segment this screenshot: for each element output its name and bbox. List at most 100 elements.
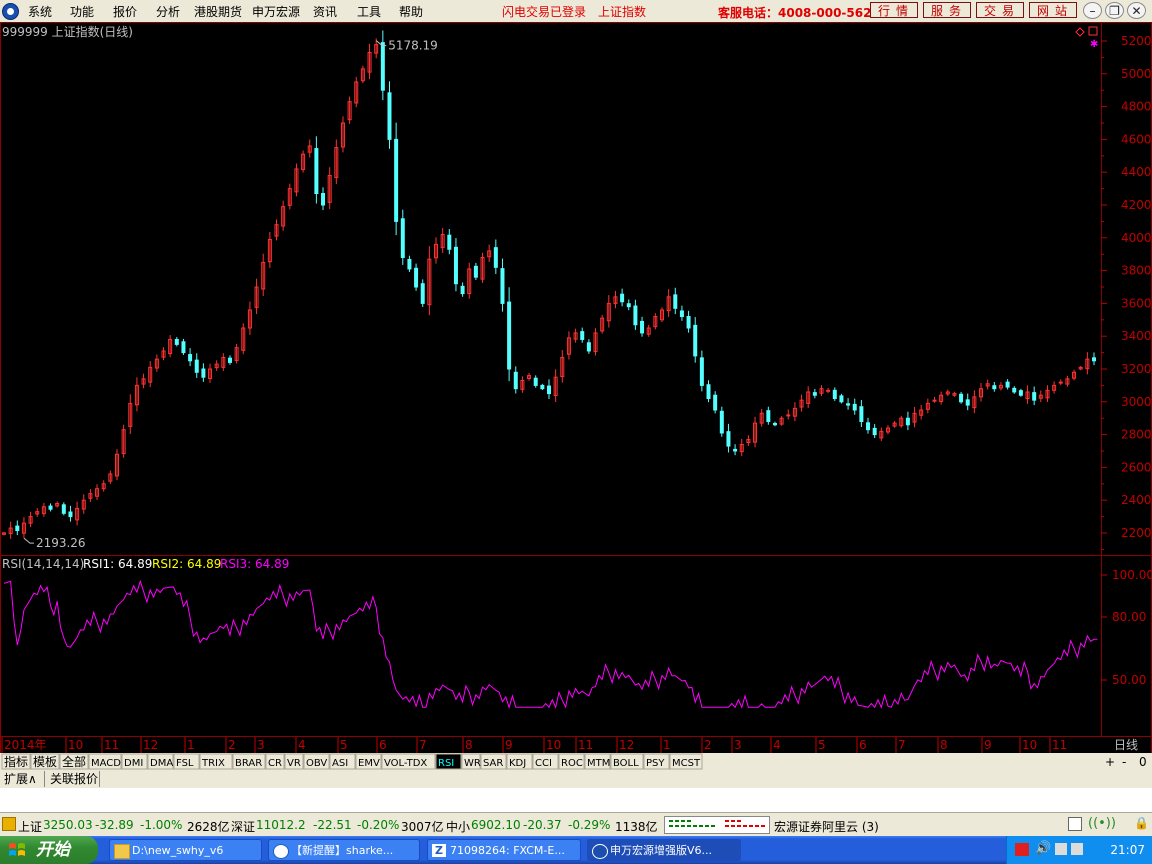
- signal-icon[interactable]: ((•)): [1088, 816, 1116, 831]
- indicator-tab-macd[interactable]: MACD: [91, 758, 121, 769]
- candle-body: [992, 385, 997, 390]
- window-icon[interactable]: [1088, 26, 1098, 36]
- candle-body: [586, 342, 591, 352]
- task-folder-label: D:\new_swhy_v6: [132, 844, 224, 857]
- price-tick-label: 5200: [1121, 34, 1152, 48]
- indicator-tab-fsl[interactable]: FSL: [176, 758, 194, 769]
- candle-body: [686, 316, 691, 329]
- indicator-tab-全部[interactable]: 全部: [62, 754, 86, 769]
- corner-icons[interactable]: ✱: [1075, 26, 1098, 50]
- indicator-tab-模板[interactable]: 模板: [33, 755, 57, 769]
- market-button[interactable]: 行情: [870, 2, 918, 18]
- menu-news[interactable]: 资讯: [313, 3, 337, 20]
- indicator-tab-cr[interactable]: CR: [268, 758, 282, 769]
- menu-swhy[interactable]: 申万宏源: [252, 3, 300, 20]
- close-icon[interactable]: ✕: [1127, 2, 1146, 19]
- zx-value[interactable]: 6902.10: [471, 818, 521, 832]
- task-browser[interactable]: 【新提醒】sharke...: [268, 839, 420, 861]
- time-tick-label: 12: [143, 738, 158, 752]
- sh-value[interactable]: 3250.03: [43, 818, 93, 832]
- indicator-tab-mtm[interactable]: MTM: [587, 758, 610, 769]
- service-button[interactable]: 服务: [923, 2, 971, 18]
- website-button[interactable]: 网站: [1029, 2, 1077, 18]
- price-tick-label: 5000: [1121, 67, 1152, 81]
- indicator-tab-sar[interactable]: SAR: [483, 758, 503, 769]
- candle-body: [812, 392, 817, 396]
- lock-icon[interactable]: 🔒: [1134, 816, 1149, 830]
- zoom-reset-button[interactable]: 0: [1139, 755, 1147, 769]
- indicator-tab-boll[interactable]: BOLL: [613, 758, 639, 769]
- candle-body: [61, 504, 66, 514]
- indicator-tab-roc[interactable]: ROC: [561, 758, 583, 769]
- candle-body: [507, 301, 512, 370]
- app-logo-icon[interactable]: [2, 3, 19, 20]
- menu-function[interactable]: 功能: [70, 3, 94, 20]
- indicator-tab-asi[interactable]: ASI: [332, 758, 348, 769]
- candle-body: [620, 293, 625, 303]
- menu-help[interactable]: 帮助: [399, 3, 423, 20]
- menu-analysis[interactable]: 分析: [156, 3, 180, 20]
- start-button[interactable]: 开始: [0, 836, 98, 864]
- time-tick-label: 11: [578, 738, 593, 752]
- sz-value[interactable]: 11012.2: [256, 818, 306, 832]
- candle-body: [500, 268, 505, 304]
- indicator-tab-brar[interactable]: BRAR: [235, 758, 262, 769]
- indicator-tab-dma[interactable]: DMA: [150, 758, 173, 769]
- time-tick-label: 3: [257, 738, 265, 752]
- zx-change: -20.37: [523, 818, 562, 832]
- time-tick-label: 12: [619, 738, 634, 752]
- indicator-tab-cci[interactable]: CCI: [535, 758, 552, 769]
- indicator-tab-psy[interactable]: PSY: [646, 758, 665, 769]
- candle-body: [174, 338, 179, 345]
- candle-body: [513, 371, 518, 390]
- status-bar: 上证 3250.03 -32.89 -1.00% 2628亿 深证 11012.…: [0, 812, 1152, 837]
- indicator-tab-vol-tdx[interactable]: VOL-TDX: [384, 758, 427, 769]
- tray-speaker-icon[interactable]: 🔊: [1035, 841, 1051, 856]
- minimize-icon[interactable]: –: [1083, 2, 1102, 19]
- indicator-tab-wr[interactable]: WR: [464, 758, 481, 769]
- sh-change: -32.89: [95, 818, 134, 832]
- expand-tab[interactable]: 扩展∧: [4, 772, 37, 786]
- task-fxcm[interactable]: Z 71098264: FXCM-E...: [427, 839, 581, 861]
- zoom-in-button[interactable]: +: [1105, 755, 1115, 769]
- rsi-tick-label: 100.00: [1112, 568, 1152, 582]
- candle-body: [965, 399, 970, 406]
- period-label[interactable]: 日线: [1114, 738, 1138, 752]
- indicator-tab-trix[interactable]: TRIX: [201, 758, 225, 769]
- trade-button[interactable]: 交易: [976, 2, 1024, 18]
- task-swhy[interactable]: 申万宏源增强版V6...: [587, 839, 741, 861]
- price-tick-label: 2800: [1121, 428, 1152, 442]
- server-name[interactable]: 宏源证券阿里云 (3): [774, 818, 879, 835]
- indicator-tab-指标[interactable]: 指标: [4, 754, 28, 769]
- menu-system[interactable]: 系统: [28, 3, 52, 20]
- indicator-tab-vr[interactable]: VR: [287, 758, 301, 769]
- sz-change: -22.51: [313, 818, 352, 832]
- menu-hk-futures[interactable]: 港股期货: [194, 3, 242, 20]
- zx-amount: 1138亿: [615, 820, 658, 834]
- time-tick-label: 5: [340, 738, 348, 752]
- tray-device-icon[interactable]: [1071, 843, 1083, 855]
- indicator-tab-emv[interactable]: EMV: [358, 758, 380, 769]
- menu-quote[interactable]: 报价: [113, 3, 137, 20]
- clock[interactable]: 21:07: [1110, 843, 1145, 857]
- diamond-icon[interactable]: [1075, 27, 1085, 37]
- related-quote-tab[interactable]: 关联报价: [50, 771, 98, 786]
- zx-label: 中小: [446, 820, 471, 834]
- flash-trade-status[interactable]: 闪电交易已登录: [502, 3, 586, 20]
- rsi3-label: RSI3: 64.89: [220, 557, 289, 571]
- task-folder[interactable]: D:\new_swhy_v6: [109, 839, 262, 861]
- zoom-out-button[interactable]: -: [1122, 755, 1126, 769]
- sz-label: 深证: [231, 820, 256, 834]
- indicator-tab-rsi[interactable]: RSI: [438, 758, 454, 769]
- tray-app-icon[interactable]: [1015, 843, 1029, 856]
- indicator-tab-dmi[interactable]: DMI: [124, 758, 143, 769]
- price-tick-label: 4400: [1121, 165, 1152, 179]
- indicator-tab-kdj[interactable]: KDJ: [509, 758, 526, 769]
- tray-network-icon[interactable]: [1055, 843, 1067, 855]
- notepad-icon[interactable]: [1068, 817, 1082, 831]
- chart-area[interactable]: 999999 上证指数(日线) ✱ 2200240026002800300032…: [0, 22, 1152, 812]
- restore-icon[interactable]: ❐: [1105, 2, 1124, 19]
- indicator-tab-mcst[interactable]: MCST: [672, 758, 701, 769]
- menu-tools[interactable]: 工具: [357, 3, 381, 20]
- indicator-tab-obv[interactable]: OBV: [306, 758, 327, 769]
